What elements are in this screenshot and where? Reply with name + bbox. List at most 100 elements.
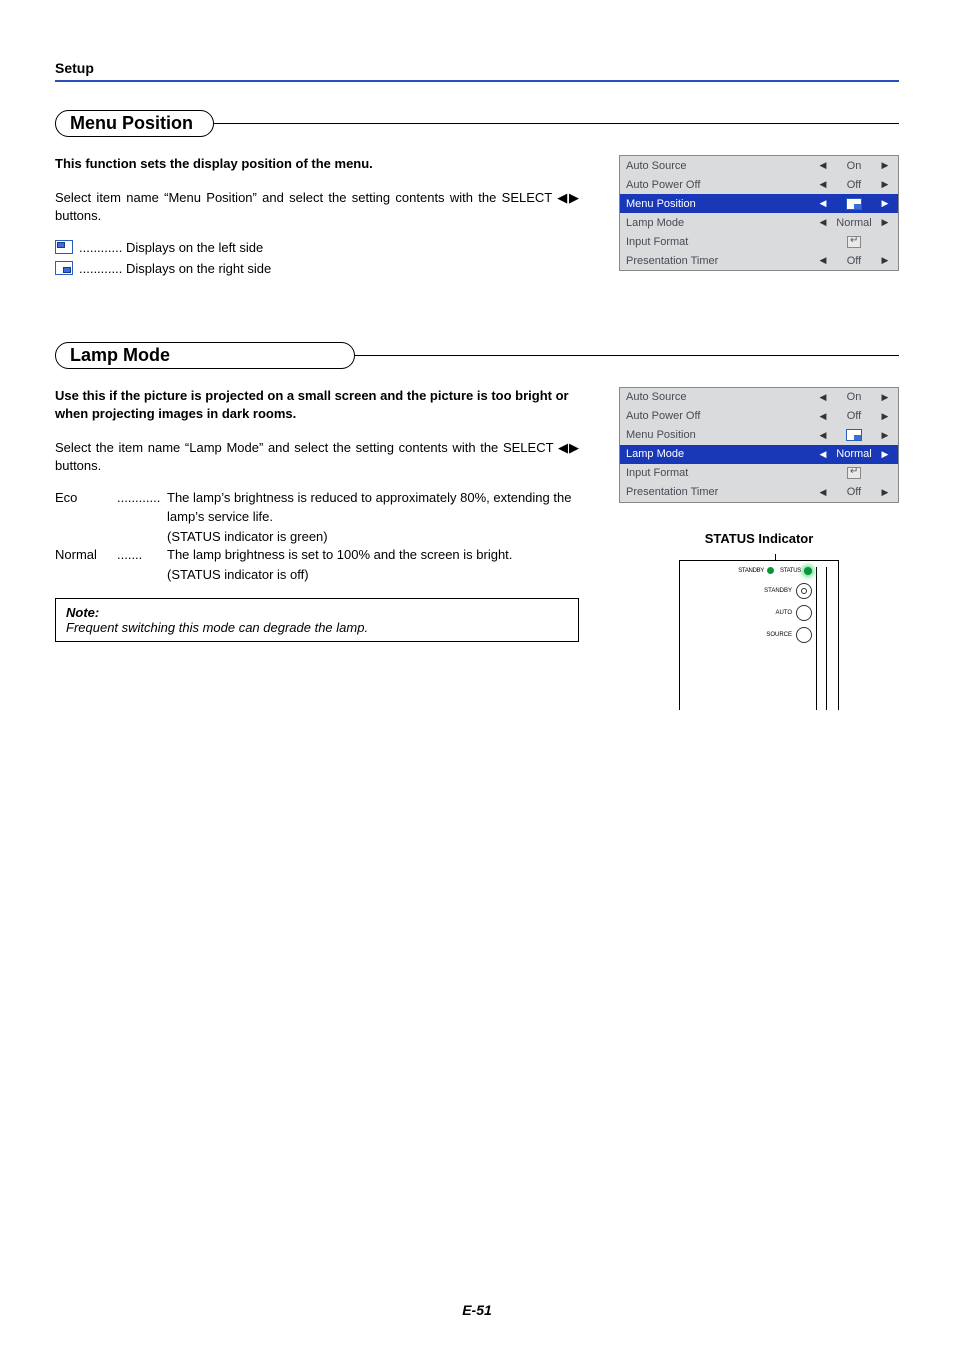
section-menu-position: Menu Position This function sets the dis… <box>55 110 899 282</box>
sub-text: (STATUS indicator is off) <box>167 566 579 584</box>
position-left-icon <box>55 240 73 254</box>
button-label: STANDBY <box>764 588 792 594</box>
option-text: ............ Displays on the right side <box>79 261 271 276</box>
left-arrow-icon: ◀ <box>816 449 830 460</box>
led-row: STANDBY STATUS <box>738 567 812 575</box>
section-title: Menu Position <box>55 110 214 137</box>
osd-row-auto-power-off: Auto Power Off ◀ Off ▶ <box>620 407 898 426</box>
status-led-icon <box>804 567 812 575</box>
osd-value <box>830 197 878 209</box>
button-row-source: SOURCE <box>738 627 812 643</box>
left-arrow-icon: ◀ <box>816 392 830 403</box>
note-box: Note: Frequent switching this mode can d… <box>55 598 579 642</box>
position-right-icon <box>55 261 73 275</box>
source-button-icon <box>796 627 812 643</box>
osd-label: Auto Power Off <box>626 410 816 422</box>
enter-icon <box>847 236 861 248</box>
osd-label: Auto Source <box>626 160 816 172</box>
button-row-auto: AUTO <box>738 605 812 621</box>
right-arrow-icon: ▶ <box>878 217 892 228</box>
page-number: E-51 <box>0 1302 954 1318</box>
osd-value <box>830 429 878 441</box>
status-indicator-label: STATUS Indicator <box>619 531 899 546</box>
osd-label: Presentation Timer <box>626 255 816 267</box>
button-label: SOURCE <box>766 632 792 638</box>
right-arrow-icon: ▶ <box>878 160 892 171</box>
position-right-icon <box>846 429 862 441</box>
standby-label: STANDBY <box>738 568 764 574</box>
intro-text: Use this if the picture is projected on … <box>55 387 579 423</box>
note-title: Note: <box>66 605 568 620</box>
section-lamp-mode: Lamp Mode Use this if the picture is pro… <box>55 342 899 710</box>
left-arrow-icon: ◀ <box>816 430 830 441</box>
page-header: Setup <box>55 60 899 82</box>
osd-label: Input Format <box>626 467 816 479</box>
osd-label: Lamp Mode <box>626 217 816 229</box>
osd-value: Off <box>830 179 878 191</box>
button-row-standby: STANDBY <box>738 583 812 599</box>
osd-label: Menu Position <box>626 429 816 441</box>
osd-row-input-format: Input Format <box>620 232 898 251</box>
osd-label: Auto Power Off <box>626 179 816 191</box>
button-label: AUTO <box>775 610 792 616</box>
divider <box>206 123 899 124</box>
osd-row-lamp-mode: Lamp Mode ◀ Normal ▶ <box>620 445 898 464</box>
dots: ....... <box>117 546 167 564</box>
section-title: Lamp Mode <box>55 342 355 369</box>
left-arrow-icon: ◀ <box>816 179 830 190</box>
term: Normal <box>55 546 117 564</box>
status-indicator-diagram: STANDBY STATUS STANDBY AUTO <box>679 560 839 710</box>
right-arrow-icon: ▶ <box>878 392 892 403</box>
osd-row-auto-source: Auto Source ◀ On ▶ <box>620 388 898 407</box>
definition-normal: Normal ....... The lamp brightness is se… <box>55 546 579 564</box>
dots: ............ <box>117 489 167 525</box>
osd-value: On <box>830 391 878 403</box>
left-arrow-icon: ◀ <box>816 160 830 171</box>
standby-led-icon <box>767 567 774 574</box>
projector-top-view: STANDBY STATUS STANDBY AUTO <box>679 560 839 710</box>
osd-value: Off <box>830 486 878 498</box>
osd-value: Normal <box>830 448 878 460</box>
position-right-icon <box>846 198 862 210</box>
right-arrow-icon: ▶ <box>878 255 892 266</box>
right-arrow-icon: ▶ <box>878 487 892 498</box>
term: Eco <box>55 489 117 525</box>
osd-menu-2: Auto Source ◀ On ▶ Auto Power Off ◀ Off … <box>619 387 899 503</box>
osd-value: Off <box>830 410 878 422</box>
status-label: STATUS <box>780 568 801 574</box>
osd-label: Auto Source <box>626 391 816 403</box>
note-body: Frequent switching this mode can degrade… <box>66 620 568 635</box>
left-arrow-icon: ◀ <box>816 198 830 209</box>
intro-text: This function sets the display position … <box>55 155 579 173</box>
description: The lamp brightness is set to 100% and t… <box>167 546 579 564</box>
body-text: Select the item name “Lamp Mode” and sel… <box>55 439 579 475</box>
osd-menu-1: Auto Source ◀ On ▶ Auto Power Off ◀ Off … <box>619 155 899 271</box>
divider <box>347 355 899 356</box>
osd-value <box>830 467 878 479</box>
right-arrow-icon: ▶ <box>878 198 892 209</box>
osd-value: Off <box>830 255 878 267</box>
osd-label: Menu Position <box>626 198 816 210</box>
option-left-side: ............ Displays on the left side <box>55 240 579 255</box>
definition-eco: Eco ............ The lamp’s brightness i… <box>55 489 579 525</box>
osd-row-menu-position: Menu Position ◀ ▶ <box>620 426 898 445</box>
osd-row-input-format: Input Format <box>620 464 898 483</box>
osd-label: Presentation Timer <box>626 486 816 498</box>
edge-line <box>816 567 824 710</box>
osd-label: Lamp Mode <box>626 448 816 460</box>
option-right-side: ............ Displays on the right side <box>55 261 579 276</box>
left-arrow-icon: ◀ <box>816 255 830 266</box>
osd-value <box>830 235 878 247</box>
left-arrow-icon: ◀ <box>816 411 830 422</box>
right-arrow-icon: ▶ <box>878 430 892 441</box>
osd-row-auto-power-off: Auto Power Off ◀ Off ▶ <box>620 175 898 194</box>
osd-row-presentation-timer: Presentation Timer ◀ Off ▶ <box>620 483 898 502</box>
osd-value: On <box>830 160 878 172</box>
standby-button-icon <box>796 583 812 599</box>
edge-line <box>826 567 834 710</box>
osd-row-lamp-mode: Lamp Mode ◀ Normal ▶ <box>620 213 898 232</box>
osd-label: Input Format <box>626 236 816 248</box>
osd-row-menu-position: Menu Position ◀ ▶ <box>620 194 898 213</box>
description: The lamp’s brightness is reduced to appr… <box>167 489 579 525</box>
osd-row-auto-source: Auto Source ◀ On ▶ <box>620 156 898 175</box>
